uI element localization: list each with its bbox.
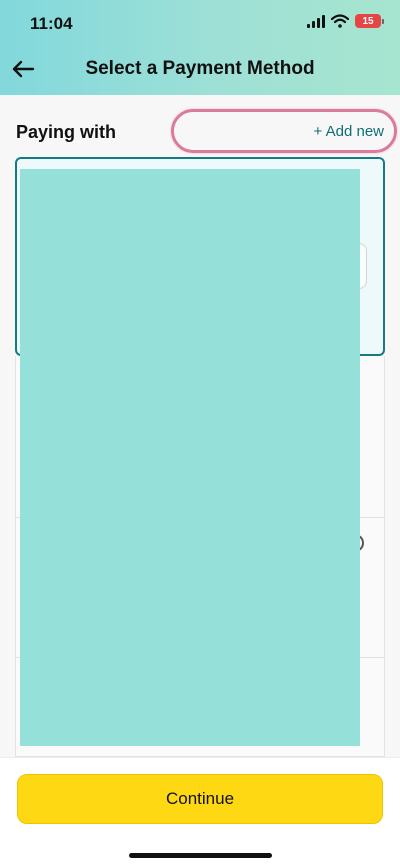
redacted-area	[20, 169, 360, 746]
wifi-icon	[331, 14, 349, 28]
status-time: 11:04	[30, 14, 73, 33]
paying-with-label: Paying with	[16, 122, 117, 142]
home-indicator	[129, 853, 272, 858]
signal-icon	[307, 14, 325, 28]
footer-bar: Continue	[0, 757, 400, 866]
battery-level: 15	[355, 14, 381, 28]
page-title: Select a Payment Method	[85, 58, 315, 79]
app-header: 11:04 15 Select a Payment Method	[0, 0, 400, 95]
add-new-button[interactable]: + Add new	[171, 109, 397, 153]
continue-button[interactable]: Continue	[17, 774, 383, 824]
status-icons: 15	[307, 14, 384, 28]
battery-icon: 15	[355, 14, 384, 28]
